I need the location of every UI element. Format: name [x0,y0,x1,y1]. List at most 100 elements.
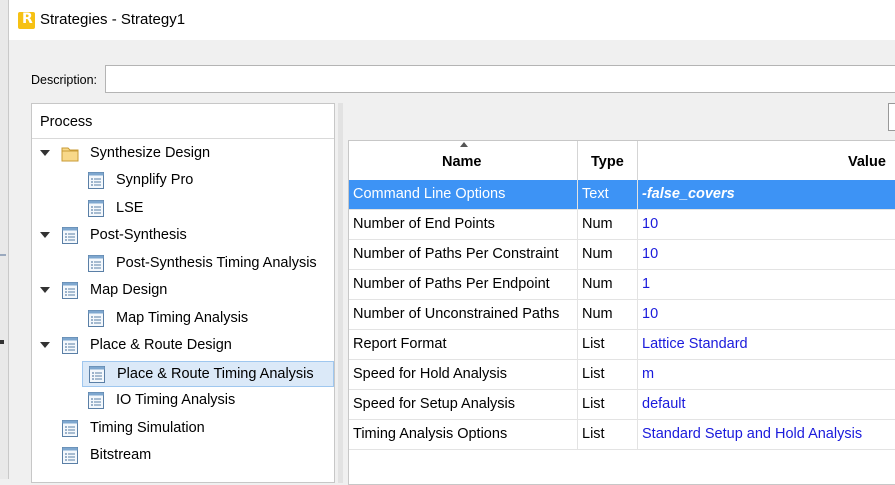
cell-value[interactable]: 10 [638,240,895,269]
cell-value-text: 10 [642,246,659,262]
tree-item-label: Map Timing Analysis [116,309,249,326]
table-row[interactable]: Number of Unconstrained Paths Num 10 [349,300,895,330]
title-bar[interactable]: R Strategies - Strategy1 [9,0,895,40]
cell-type-text: Num [582,306,613,322]
cell-value-text: 10 [642,216,659,232]
cell-type[interactable]: Num [578,300,638,329]
cell-name[interactable]: Speed for Hold Analysis [349,360,578,389]
cell-type-text: Num [582,246,613,262]
expand-arrow-icon[interactable] [40,287,50,294]
cell-name-text: Command Line Options [353,186,506,202]
tree-item-label: Post-Synthesis [90,227,187,244]
cell-value[interactable]: m [638,360,895,389]
tree-item-label: Timing Simulation [90,419,205,436]
tree-item[interactable]: Map Timing Analysis [32,306,334,332]
list-document-icon [62,282,78,300]
cell-value[interactable]: Standard Setup and Hold Analysis [638,420,895,449]
tree-item[interactable]: Synplify Pro [32,168,334,194]
tree-item[interactable]: Timing Simulation [32,416,334,442]
toolbar-button[interactable] [888,103,895,131]
cell-name[interactable]: Number of Paths Per Constraint [349,240,578,269]
cell-name[interactable]: Timing Analysis Options [349,420,578,449]
cell-value[interactable]: 10 [638,300,895,329]
cell-name-text: Number of End Points [353,216,495,232]
tree-item-label: Synplify Pro [116,172,194,189]
cell-value[interactable]: 1 [638,270,895,299]
cell-name[interactable]: Number of Unconstrained Paths [349,300,578,329]
cell-type-text: Num [582,216,613,232]
settings-table: Name Type Value Command Line Options Text… [348,140,895,485]
cell-name[interactable]: Speed for Setup Analysis [349,390,578,419]
column-header-type[interactable]: Type [578,141,638,180]
cell-name-text: Report Format [353,336,447,352]
cell-type[interactable]: Num [578,240,638,269]
expand-arrow-icon[interactable] [40,150,50,156]
table-row[interactable]: Number of End Points Num 10 [349,210,895,240]
tree-item-label: LSE [116,199,144,216]
folder-icon [61,147,79,162]
cell-name[interactable]: Command Line Options [349,180,578,209]
cell-name[interactable]: Number of End Points [349,210,578,239]
cell-type[interactable]: Num [578,270,638,299]
background-window-edge [0,0,8,479]
cell-value-text: m [642,366,655,382]
cell-type[interactable]: List [578,360,638,389]
tree-item[interactable]: Post-Synthesis [32,223,334,249]
table-row[interactable]: Command Line Options Text -false_covers [349,180,895,210]
cell-value[interactable]: 10 [638,210,895,239]
list-document-icon [62,337,78,355]
column-header-name[interactable]: Name [349,141,578,180]
sort-ascending-icon [460,142,468,147]
table-row[interactable]: Speed for Hold Analysis List m [349,360,895,390]
table-row[interactable]: Report Format List Lattice Standard [349,330,895,360]
expand-arrow-icon[interactable] [40,232,50,239]
list-document-icon [88,392,104,410]
cell-name-text: Number of Paths Per Endpoint [353,276,550,292]
table-row[interactable]: Timing Analysis Options List Standard Setu… [349,420,895,450]
process-tree-header[interactable]: Process [32,104,334,139]
tree-item-label: Place & Route Timing Analysis [117,365,314,382]
list-document-icon [88,172,104,190]
cell-type[interactable]: List [578,330,638,359]
cell-value-text: Lattice Standard [642,336,748,352]
list-document-icon [62,227,78,245]
cell-value[interactable]: default [638,390,895,419]
background-marker [0,340,4,344]
list-document-icon [88,254,104,272]
cell-type[interactable]: Text [578,180,638,209]
cell-type[interactable]: List [578,390,638,419]
tree-item[interactable]: Post-Synthesis Timing Analysis [32,251,334,277]
table-row[interactable]: Number of Paths Per Endpoint Num 1 [349,270,895,300]
cell-type[interactable]: List [578,420,638,449]
cell-value-text: -false_covers [642,186,735,202]
cell-type-text: List [582,396,605,412]
tree-item[interactable]: LSE [32,196,334,222]
expand-arrow-icon[interactable] [40,342,50,349]
tree-item[interactable]: Place & Route Design [32,333,334,359]
table-row[interactable]: Speed for Setup Analysis List default [349,390,895,420]
description-input[interactable] [105,65,895,93]
cell-name[interactable]: Number of Paths Per Endpoint [349,270,578,299]
description-label: Description: [31,73,97,87]
table-header: Name Type Value [349,141,895,181]
strategies-window: R Strategies - Strategy1 Description: Pr… [8,0,895,485]
window-title: Strategies - Strategy1 [40,11,186,28]
cell-name-text: Speed for Setup Analysis [353,396,516,412]
tree-item[interactable]: Synthesize Design [32,141,334,167]
tree-item[interactable]: Map Design [32,278,334,304]
cell-value[interactable]: Lattice Standard [638,330,895,359]
cell-type-text: List [582,336,605,352]
list-document-icon [62,419,78,437]
tree-item[interactable]: Bitstream [32,443,334,469]
cell-value-text: 1 [642,276,651,292]
process-tree-panel: Process Synthesize Design Synplify Pro LSE… [31,103,335,483]
cell-value[interactable]: -false_covers [638,180,895,209]
tree-item[interactable]: Place & Route Timing Analysis [82,360,334,387]
tree-item-label: Map Design [90,282,168,299]
list-document-icon [88,309,104,327]
tree-item[interactable]: IO Timing Analysis [32,388,334,414]
column-header-value[interactable]: Value [638,141,895,180]
cell-name[interactable]: Report Format [349,330,578,359]
cell-type[interactable]: Num [578,210,638,239]
table-row[interactable]: Number of Paths Per Constraint Num 10 [349,240,895,270]
